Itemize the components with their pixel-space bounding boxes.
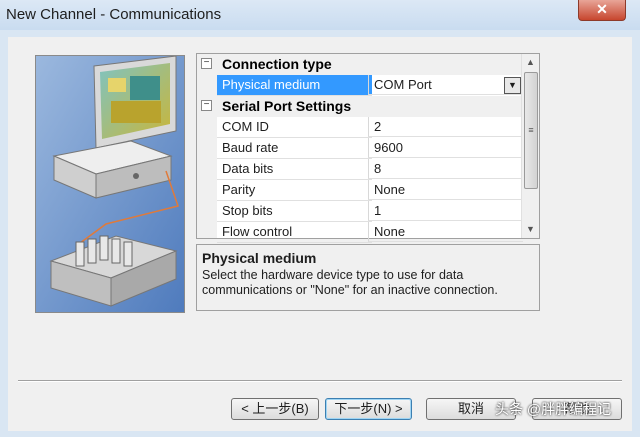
- property-name[interactable]: Parity: [217, 180, 372, 201]
- grid-scrollbar[interactable]: ▲ ≡ ▼: [521, 54, 539, 238]
- window-title: New Channel - Communications: [6, 6, 222, 23]
- category-label: Serial Port Settings: [222, 98, 352, 114]
- description-text: Select the hardware device type to use f…: [202, 268, 498, 297]
- close-button[interactable]: ✕: [578, 0, 626, 21]
- collapse-icon[interactable]: −: [201, 100, 212, 111]
- property-description-panel: Physical medium Select the hardware devi…: [196, 244, 540, 311]
- wizard-illustration: [35, 55, 185, 313]
- property-row-data-bits[interactable]: Data bits 8: [197, 159, 523, 180]
- button-separator: [18, 380, 622, 382]
- property-value[interactable]: 8: [368, 159, 523, 179]
- property-value[interactable]: None: [368, 180, 523, 200]
- next-button[interactable]: 下一步(N) >: [325, 398, 412, 420]
- watermark-text: 头条 @胖胖编程记: [495, 401, 612, 417]
- property-name[interactable]: Flow control: [217, 222, 372, 243]
- property-value[interactable]: None: [368, 222, 523, 242]
- category-connection-type[interactable]: − Connection type: [197, 54, 523, 75]
- grip-icon: ≡: [528, 125, 534, 135]
- property-row-com-id[interactable]: COM ID 2: [197, 117, 523, 138]
- collapse-icon[interactable]: −: [201, 58, 212, 69]
- property-row-baud-rate[interactable]: Baud rate 9600: [197, 138, 523, 159]
- property-value[interactable]: 2: [368, 117, 523, 137]
- property-row-physical-medium[interactable]: Physical medium COM Port ▼: [197, 75, 523, 96]
- property-row-stop-bits[interactable]: Stop bits 1: [197, 201, 523, 222]
- description-title: Physical medium: [202, 250, 317, 266]
- scroll-up-icon[interactable]: ▲: [522, 54, 539, 71]
- property-row-parity[interactable]: Parity None: [197, 180, 523, 201]
- back-button[interactable]: < 上一步(B): [231, 398, 319, 420]
- title-bar: New Channel - Communications ✕: [0, 0, 640, 31]
- property-name[interactable]: Data bits: [217, 159, 372, 180]
- property-name[interactable]: COM ID: [217, 117, 372, 138]
- property-row-flow-control[interactable]: Flow control None: [197, 222, 523, 243]
- property-value: COM Port: [374, 77, 432, 92]
- close-icon: ✕: [596, 1, 608, 17]
- computer-plc-illustration: [36, 56, 184, 312]
- category-label: Connection type: [222, 56, 332, 72]
- property-name[interactable]: Stop bits: [217, 201, 372, 222]
- scroll-thumb[interactable]: ≡: [524, 72, 538, 189]
- scroll-down-icon[interactable]: ▼: [522, 221, 539, 238]
- property-name[interactable]: Physical medium: [217, 75, 372, 96]
- property-value[interactable]: 9600: [368, 138, 523, 158]
- property-value[interactable]: 1: [368, 201, 523, 221]
- dropdown-arrow-icon[interactable]: ▼: [504, 77, 521, 94]
- property-grid[interactable]: − Connection type Physical medium COM Po…: [196, 53, 540, 243]
- property-name[interactable]: Baud rate: [217, 138, 372, 159]
- category-serial-port-settings[interactable]: − Serial Port Settings: [197, 96, 523, 117]
- physical-medium-select[interactable]: COM Port ▼: [368, 75, 523, 95]
